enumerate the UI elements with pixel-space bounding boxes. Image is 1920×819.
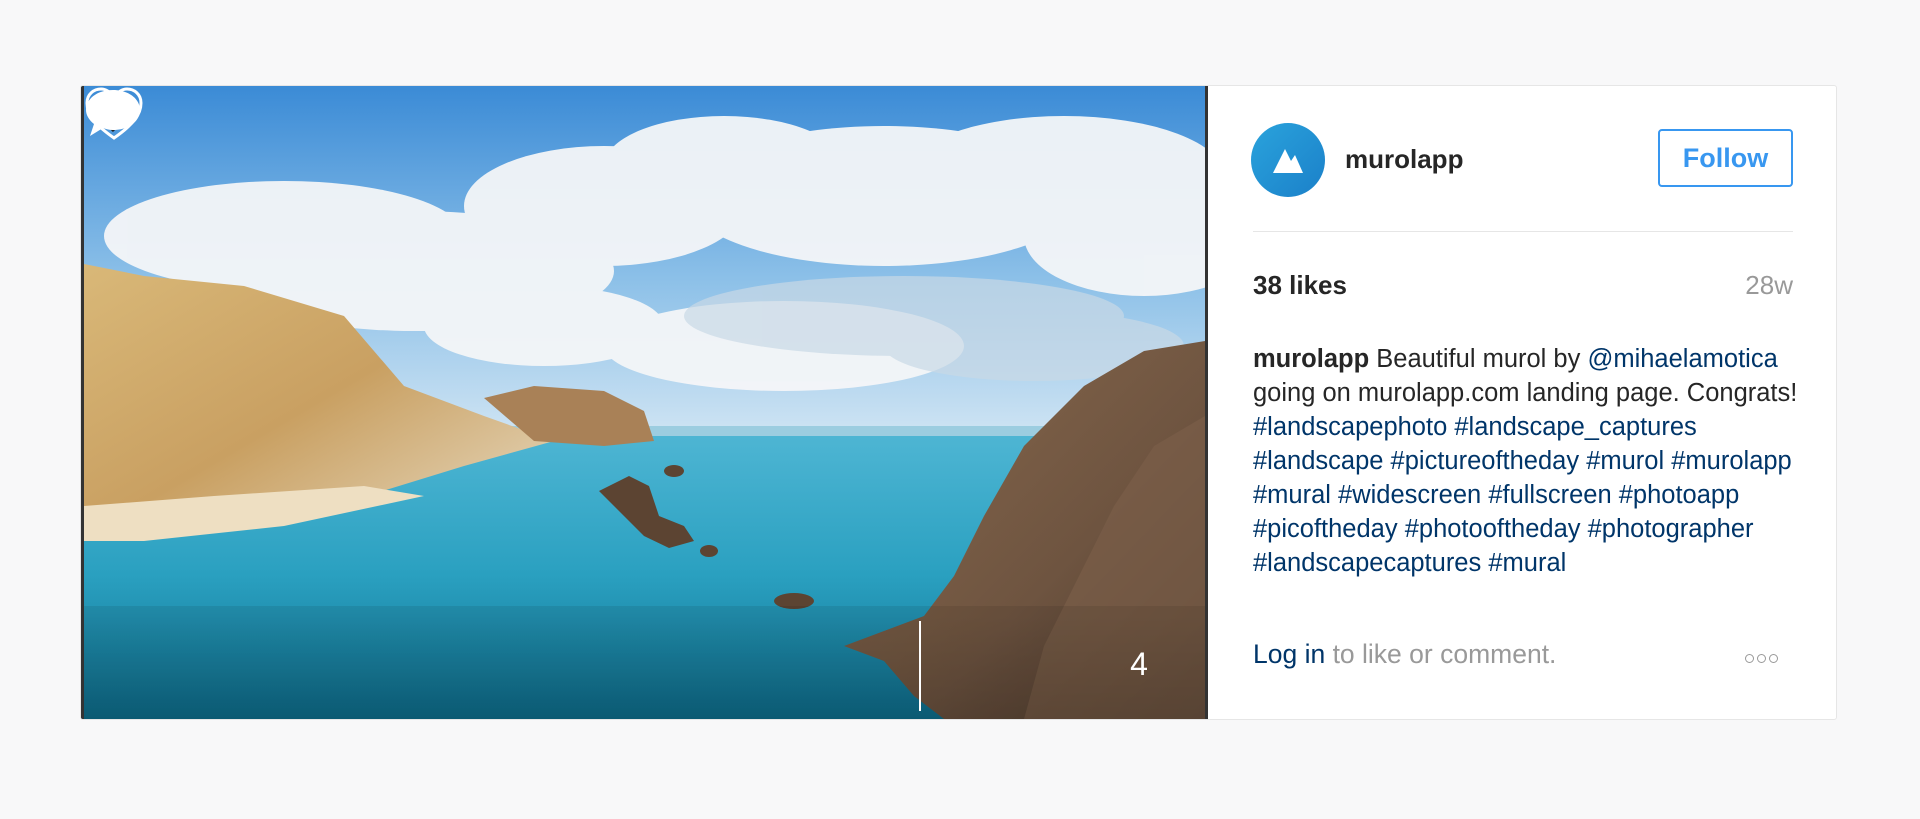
- more-options-icon[interactable]: [1745, 650, 1791, 664]
- mountain-logo: [1273, 149, 1303, 173]
- header-divider: [1253, 231, 1793, 232]
- caption-username[interactable]: murolapp: [1253, 345, 1369, 373]
- hashtag-link[interactable]: #landscape_captures: [1454, 413, 1696, 441]
- avatar[interactable]: [1251, 123, 1325, 197]
- hashtag-link[interactable]: #mural: [1253, 481, 1331, 509]
- hashtag-link[interactable]: #photooftheday: [1405, 515, 1581, 543]
- hashtag-link[interactable]: #murol: [1586, 447, 1664, 475]
- post-card: 4 murolapp Follow 38 likes 28w murolapp …: [80, 85, 1837, 720]
- speech-bubble-icon[interactable]: [84, 86, 142, 140]
- hashtag-link[interactable]: #picoftheday: [1253, 515, 1398, 543]
- login-prompt: Log in to like or comment.: [1253, 639, 1556, 670]
- login-suffix: to like or comment.: [1325, 639, 1557, 669]
- login-link[interactable]: Log in: [1253, 639, 1325, 669]
- hashtag-link[interactable]: #murolapp: [1671, 447, 1792, 475]
- post-photo[interactable]: 4: [81, 86, 1208, 719]
- hashtag-link[interactable]: #mural: [1488, 549, 1566, 577]
- hashtag-link[interactable]: #landscapephoto: [1253, 413, 1447, 441]
- post-caption: murolapp Beautiful murol by @mihaelamoti…: [1253, 342, 1803, 589]
- post-timestamp[interactable]: 28w: [1745, 270, 1793, 301]
- caption-text: Beautiful murol by: [1369, 345, 1588, 373]
- photo-action-bar: [84, 614, 1205, 719]
- hashtag-link[interactable]: #fullscreen: [1488, 481, 1611, 509]
- hashtag-link[interactable]: #pictureoftheday: [1391, 447, 1580, 475]
- hashtag-link[interactable]: #photographer: [1588, 515, 1754, 543]
- comment-count: 4: [1130, 646, 1148, 682]
- hashtag-link[interactable]: #landscapecaptures: [1253, 549, 1481, 577]
- action-divider: [919, 621, 921, 711]
- caption-mention-link[interactable]: @mihaelamotica: [1587, 345, 1777, 373]
- post-sidebar: murolapp Follow 38 likes 28w murolapp Be…: [1208, 86, 1836, 719]
- hashtag-link[interactable]: #landscape: [1253, 447, 1383, 475]
- caption-text: going on murolapp.com landing page. Cong…: [1253, 379, 1798, 407]
- hashtag-link[interactable]: #widescreen: [1338, 481, 1481, 509]
- follow-button[interactable]: Follow: [1658, 129, 1793, 187]
- hashtag-link[interactable]: #photoapp: [1619, 481, 1740, 509]
- likes-count[interactable]: 38 likes: [1253, 270, 1347, 301]
- username[interactable]: murolapp: [1345, 144, 1463, 175]
